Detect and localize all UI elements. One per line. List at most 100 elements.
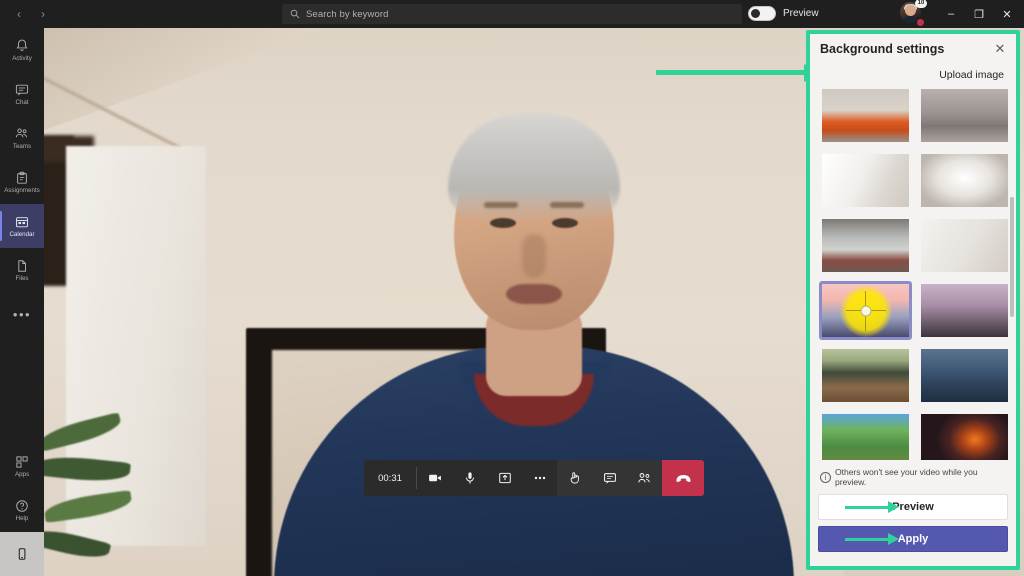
- apply-button[interactable]: Apply: [818, 526, 1008, 552]
- background-thumbnail-white-alcove-plants[interactable]: [919, 217, 1010, 274]
- ellipsis-icon: •••: [12, 306, 32, 322]
- search-icon: [290, 9, 300, 19]
- raise-hand-button[interactable]: [557, 460, 592, 496]
- thumbnail-image: [822, 219, 909, 272]
- sidebar-item-calendar[interactable]: Calendar: [0, 204, 44, 248]
- background-thumbnail-classroom-illustration[interactable]: [820, 347, 911, 404]
- search-placeholder: Search by keyword: [306, 8, 389, 20]
- preview-note: i Others won't see your video while you …: [818, 464, 1008, 494]
- window-controls-group: 10 – ❐ ✕: [900, 0, 1024, 28]
- sidebar-item-apps[interactable]: Apps: [0, 444, 44, 488]
- chat-icon: [15, 84, 29, 96]
- panel-footer: i Others won't see your video while you …: [810, 460, 1016, 566]
- avatar[interactable]: 10: [900, 0, 927, 27]
- person-eyebrow-right: [550, 202, 584, 208]
- teams-icon: [15, 128, 27, 138]
- annotation-arrowhead-apply: [888, 533, 899, 545]
- preview-toggle-group[interactable]: Preview: [748, 6, 819, 21]
- phone-app-icon: [18, 548, 26, 560]
- apps-icon: [16, 456, 28, 468]
- minimize-button[interactable]: –: [938, 0, 964, 28]
- title-bar: ‹ › Search by keyword Preview 10 – ❐ ✕: [0, 0, 1024, 28]
- chat-button[interactable]: [592, 460, 627, 496]
- background-thumbnail-list[interactable]: [810, 87, 1016, 460]
- files-icon: [18, 260, 26, 272]
- sidebar-item-label: Teams: [12, 143, 32, 150]
- info-icon: i: [820, 471, 831, 483]
- background-thumbnail-white-gallery-room[interactable]: [919, 152, 1010, 209]
- search-container: Search by keyword: [282, 4, 742, 24]
- person-eyebrow-left: [484, 202, 518, 208]
- participants-button[interactable]: [627, 460, 662, 496]
- microphone-button[interactable]: [452, 460, 487, 496]
- thumbnail-image: [921, 284, 1008, 337]
- sidebar-item-activity[interactable]: Activity: [0, 28, 44, 72]
- download-mobile-app-button[interactable]: [0, 532, 44, 576]
- background-thumbnail-sunset-bridge-illustration[interactable]: [820, 282, 911, 339]
- thumbnail-image: [921, 154, 1008, 207]
- rail-bottom-group: Apps Help: [0, 444, 44, 576]
- people-icon: [638, 472, 650, 482]
- background-thumbnail-open-plan-office[interactable]: [820, 217, 911, 274]
- share-screen-button[interactable]: [487, 460, 522, 496]
- preview-toggle[interactable]: [748, 6, 776, 21]
- close-icon[interactable]: ✕: [992, 41, 1008, 57]
- background-thumbnail-minecraft-village[interactable]: [820, 412, 911, 460]
- bell-icon: [16, 39, 28, 51]
- raise-hand-icon: [570, 472, 579, 484]
- sidebar-item-teams[interactable]: Teams: [0, 116, 44, 160]
- sidebar-more-button[interactable]: •••: [0, 292, 44, 336]
- sidebar-item-label: Apps: [14, 471, 30, 478]
- panel-header: Background settings ✕: [810, 34, 1016, 64]
- preview-toggle-label: Preview: [783, 8, 819, 19]
- panel-title: Background settings: [820, 42, 945, 56]
- hang-up-button[interactable]: [662, 460, 704, 496]
- sidebar-item-label: Chat: [15, 99, 29, 106]
- sidebar-item-files[interactable]: Files: [0, 248, 44, 292]
- maximize-button[interactable]: ❐: [966, 0, 992, 28]
- thumbnail-image: [822, 414, 909, 460]
- thumbnail-grid: [820, 87, 1008, 460]
- back-button[interactable]: ‹: [8, 4, 30, 24]
- navigation-arrows: ‹ ›: [8, 4, 54, 24]
- help-icon: [16, 500, 28, 512]
- room-ceiling: [44, 28, 334, 134]
- sidebar-item-label: Activity: [12, 55, 32, 62]
- background-thumbnail-fantasy-battle-scene[interactable]: [919, 412, 1010, 460]
- upload-image-button[interactable]: Upload image: [939, 69, 1004, 81]
- scrollbar-thumb[interactable]: [1010, 197, 1014, 317]
- sidebar-item-chat[interactable]: Chat: [0, 72, 44, 116]
- annotation-arrowhead-preview: [888, 501, 899, 513]
- background-thumbnail-grey-landscape[interactable]: [919, 87, 1010, 144]
- background-thumbnail-purple-arch-landscape[interactable]: [919, 282, 1010, 339]
- annotation-arrow-to-preview: [845, 505, 889, 509]
- background-thumbnail-sci-fi-interior[interactable]: [919, 347, 1010, 404]
- sidebar-item-label: Help: [15, 515, 29, 522]
- spinner-knob-icon: [860, 305, 871, 316]
- forward-button[interactable]: ›: [32, 4, 54, 24]
- sidebar-item-help[interactable]: Help: [0, 488, 44, 532]
- person-eye-right: [552, 218, 578, 228]
- close-window-button[interactable]: ✕: [994, 0, 1020, 28]
- share-screen-icon: [498, 472, 511, 484]
- avatar-face: [905, 5, 916, 16]
- person-eye-left: [490, 218, 516, 228]
- thumbnail-image: [921, 89, 1008, 142]
- microphone-icon: [465, 472, 474, 484]
- preview-note-text: Others won't see your video while you pr…: [835, 467, 978, 487]
- secondary-controls-group: [557, 460, 662, 496]
- sidebar-item-assignments[interactable]: Assignments: [0, 160, 44, 204]
- person-mouth: [506, 284, 562, 304]
- calendar-icon: [16, 217, 28, 228]
- more-actions-button[interactable]: [522, 460, 557, 496]
- panel-scrollbar[interactable]: [1010, 87, 1014, 460]
- background-thumbnail-white-bright-room[interactable]: [820, 152, 911, 209]
- presence-status-dot: [916, 18, 925, 27]
- camera-button[interactable]: [417, 460, 452, 496]
- background-thumbnail-orange-sofa-room[interactable]: [820, 87, 911, 144]
- sidebar-item-label: Calendar: [9, 231, 35, 238]
- notification-badge: 10: [915, 0, 927, 8]
- search-input[interactable]: Search by keyword: [282, 4, 742, 24]
- call-control-bar: 00:31: [364, 460, 704, 496]
- preview-button[interactable]: Preview: [818, 494, 1008, 520]
